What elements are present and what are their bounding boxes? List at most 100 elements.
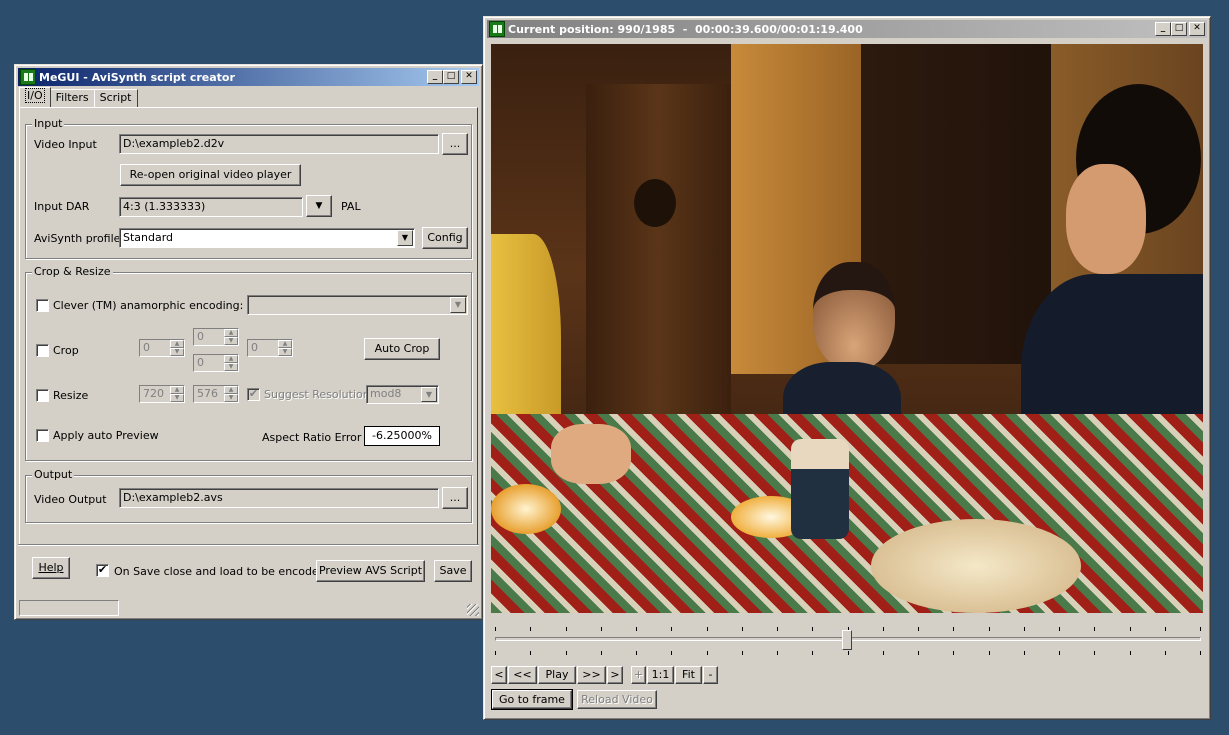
help-button[interactable]: Help: [32, 557, 70, 579]
timeline-tick: [812, 627, 813, 631]
save-button[interactable]: Save: [434, 560, 472, 582]
player-app-icon: [489, 21, 505, 37]
auto-preview-checkbox[interactable]: [36, 429, 49, 442]
minimize-button[interactable]: _: [427, 70, 443, 84]
tab-io[interactable]: I/O: [19, 87, 51, 107]
zoom-1to1-button[interactable]: 1:1: [647, 666, 674, 684]
crop-label: Crop: [53, 344, 79, 357]
title-bar[interactable]: MeGUI - AviSynth script creator _ □ ✕: [18, 68, 479, 86]
close-button[interactable]: ✕: [461, 70, 477, 84]
crop-resize-group-title: Crop & Resize: [32, 265, 113, 278]
previous-frame-button[interactable]: <: [491, 666, 507, 684]
timeline-tick: [636, 627, 637, 631]
video-input-browse-button[interactable]: ...: [442, 133, 468, 155]
suggest-resolution-label: Suggest Resolution: [264, 388, 370, 401]
mod-dropdown-arrow-icon: ▼: [421, 387, 437, 402]
go-to-frame-button[interactable]: Go to frame: [491, 689, 573, 710]
video-frame[interactable]: [491, 44, 1203, 613]
player-title-bar[interactable]: Current position: 990/1985 - 00:00:39.60…: [487, 20, 1207, 38]
timeline-tick: [707, 627, 708, 631]
zoom-out-button[interactable]: -: [703, 666, 718, 684]
crop-left-spinner: 0 ▲ ▼: [139, 339, 185, 357]
maximize-button[interactable]: □: [443, 70, 459, 84]
video-input-label: Video Input: [34, 138, 97, 151]
zoom-in-button[interactable]: +: [631, 666, 646, 684]
video-plate: [871, 519, 1081, 613]
timeline-tick: [1094, 651, 1095, 655]
window-title: MeGUI - AviSynth script creator: [39, 70, 235, 84]
clever-anamorphic-checkbox[interactable]: [36, 299, 49, 312]
timeline-tick: [1024, 651, 1025, 655]
resize-height-value: 576: [197, 387, 218, 400]
next-frame-button[interactable]: >: [607, 666, 623, 684]
tab-script[interactable]: Script: [93, 89, 138, 107]
video-child-head: [813, 262, 895, 370]
timeline-tick: [671, 651, 672, 655]
tab-filters[interactable]: Filters: [49, 89, 95, 107]
timeline-tick: [918, 651, 919, 655]
resize-checkbox[interactable]: [36, 389, 49, 402]
reopen-video-player-button[interactable]: Re-open original video player: [120, 164, 301, 186]
timeline-tick: [1059, 627, 1060, 631]
video-output-browse-button[interactable]: ...: [442, 487, 468, 509]
zoom-fit-button[interactable]: Fit: [675, 666, 702, 684]
resize-width-value: 720: [143, 387, 164, 400]
timeline-tick: [707, 651, 708, 655]
timeline-tick: [1200, 627, 1201, 631]
timeline-tick: [953, 651, 954, 655]
megui-app-icon: [20, 69, 36, 85]
timeline-tick: [989, 627, 990, 631]
resize-grip-icon[interactable]: [467, 604, 479, 616]
player-minimize-button[interactable]: _: [1155, 22, 1171, 36]
crop-top-value: 0: [197, 330, 204, 343]
timeline-tick: [1024, 627, 1025, 631]
config-button[interactable]: Config: [422, 227, 468, 249]
clever-anamorphic-select: [247, 295, 468, 315]
video-woman-face: [1066, 164, 1146, 274]
timeline-tick: [1130, 627, 1131, 631]
timeline-tick: [1165, 627, 1166, 631]
preview-avs-script-button[interactable]: Preview AVS Script: [316, 560, 425, 582]
crop-checkbox[interactable]: [36, 344, 49, 357]
input-dar-field[interactable]: 4:3 (1.333333): [119, 197, 303, 217]
resize-height-spinner: 576 ▲ ▼: [193, 385, 239, 403]
input-dar-label: Input DAR: [34, 200, 90, 213]
input-dar-dropdown-button[interactable]: ▼: [306, 195, 332, 217]
player-title: Current position: 990/1985 - 00:00:39.60…: [508, 22, 863, 36]
reload-video-button[interactable]: Reload Video: [577, 690, 657, 709]
status-bar-panel: [19, 600, 119, 616]
player-close-button[interactable]: ✕: [1189, 22, 1205, 36]
auto-crop-button[interactable]: Auto Crop: [364, 338, 440, 360]
player-maximize-button[interactable]: □: [1171, 22, 1187, 36]
resize-width-spinner: 720 ▲ ▼: [139, 385, 185, 403]
output-group-title: Output: [32, 468, 75, 481]
timeline-tick: [989, 651, 990, 655]
clever-anamorphic-label: Clever (TM) anamorphic encoding:: [53, 299, 244, 312]
profile-dropdown-arrow-icon[interactable]: ▼: [397, 230, 413, 246]
fast-forward-button[interactable]: >>: [577, 666, 606, 684]
crop-left-value: 0: [143, 341, 150, 354]
timeline-tick: [883, 627, 884, 631]
video-output-field[interactable]: D:\exampleb2.avs: [119, 488, 439, 508]
play-button[interactable]: Play: [538, 666, 576, 684]
timeline-tick: [601, 627, 602, 631]
avisynth-profile-select[interactable]: Standard: [119, 228, 415, 248]
video-input-field[interactable]: D:\exampleb2.d2v: [119, 134, 439, 154]
rewind-button[interactable]: <<: [508, 666, 537, 684]
help-label: Help: [38, 561, 64, 574]
auto-preview-label: Apply auto Preview: [53, 429, 159, 442]
timeline-tick: [566, 651, 567, 655]
aspect-ratio-error-value: -6.25000%: [364, 426, 440, 446]
timeline-tick: [953, 627, 954, 631]
desktop: { "megui": { "title": "MeGUI - AviSynth …: [0, 0, 1229, 735]
video-glass: [791, 439, 849, 539]
timeline-tick: [1165, 651, 1166, 655]
crop-top-spinner: 0 ▲ ▼: [193, 328, 239, 346]
timeline-tick: [777, 627, 778, 631]
timeline-tick: [530, 651, 531, 655]
timeline-thumb[interactable]: [842, 630, 852, 650]
resize-label: Resize: [53, 389, 89, 402]
close-on-save-checkbox[interactable]: ✔: [96, 564, 109, 577]
timeline-tick: [566, 627, 567, 631]
timeline-tick: [1059, 651, 1060, 655]
